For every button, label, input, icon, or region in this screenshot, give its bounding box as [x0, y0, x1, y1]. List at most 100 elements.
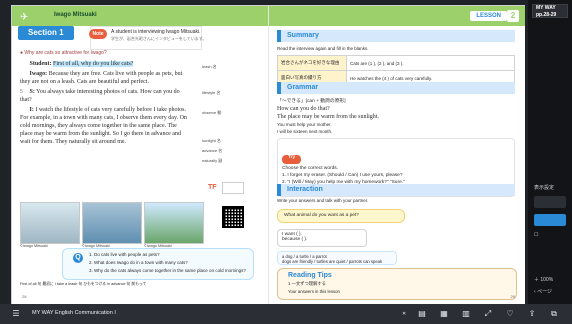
answer-box[interactable]: I want ( ). because ( ).	[277, 229, 367, 247]
speech-bubble: What animal do you want as a pet?	[277, 209, 405, 223]
photo-image	[20, 202, 80, 244]
question-box: Q 1. Do cats live with people as pets? 2…	[62, 248, 254, 280]
right-page: LESSON 2 Summary Read the interview agai…	[268, 6, 525, 304]
left-footer: First of all 句 最初に I take a leash 句 ひもをつ…	[20, 282, 147, 286]
textbook-spread: ✈ Iwago Mitsuaki Section 1 Note A studen…	[12, 6, 525, 304]
back-logo-icon[interactable]: ✈	[20, 12, 38, 23]
note-line-2: 学生が、岩合光昭さんにインタビューをしています。	[111, 36, 207, 41]
grid-icon[interactable]: ▦	[438, 308, 450, 320]
dialog: Student: First of all, why do you like c…	[20, 60, 190, 148]
book-page-label-text: MY WAY pp.28-29	[536, 5, 557, 18]
bottom-bar: ☰ MY WAY English Communication I ✕ ▤ ▦ ▥…	[0, 304, 572, 324]
question-icon: Q	[73, 253, 83, 263]
tf-box	[222, 182, 244, 194]
answer-line: because ( ).	[282, 237, 308, 242]
photo-caption: ©Iwago Mitsuaki	[20, 244, 48, 248]
interaction-section: Interaction Write your answers and talk …	[277, 184, 515, 265]
summary-section: Summary Read the interview again and fil…	[277, 30, 515, 86]
bullet-icon: ●	[20, 50, 24, 56]
grammar-example-1: How can you do that?	[277, 106, 330, 112]
app-screen: ✈ Iwago Mitsuaki Section 1 Note A studen…	[0, 0, 572, 324]
pen-tool-button[interactable]	[534, 196, 566, 208]
toggle-row[interactable]: ☐	[534, 232, 566, 240]
speaker-label: S:	[29, 89, 35, 95]
close-icon[interactable]: ✕	[402, 311, 406, 317]
side-note: naturally 副	[202, 158, 223, 163]
reading-tips-title: Reading Tips	[288, 272, 332, 279]
grammar-heading: 「～できる」[can + 動詞の原形]	[277, 99, 346, 104]
grammar-bullet-2: I will be sixteen next month.	[277, 129, 333, 134]
interaction-title: Interaction	[277, 184, 515, 196]
grammar-example-2: The place may be warm from the sunlight.	[277, 114, 379, 120]
summary-value[interactable]: Cats are (1 ), (2 ), and (3 ).	[346, 55, 515, 71]
dialog-text: First of all, why do you like cats?	[53, 61, 134, 67]
speaker-label: I:	[29, 107, 34, 113]
note-badge: Note	[89, 29, 107, 39]
zoom-level[interactable]: ＋ 100%	[534, 276, 566, 286]
speaker-label: Iwago:	[29, 71, 48, 77]
grammar-section: Grammar 「～できる」[can + 動詞の原形] How can you …	[277, 82, 515, 197]
dialog-row: Student: First of all, why do you like c…	[20, 60, 190, 68]
hint-line: dogs are friendly / turtles are quiet / …	[282, 259, 383, 264]
section-pill: Section 1	[18, 26, 74, 40]
reading-tips-box: Reading Tips 1 一文ずつ理解する Your answers in …	[277, 268, 517, 300]
question-item: 1. Do cats live with people as pets?	[89, 252, 160, 257]
side-note: sunlight 名	[202, 138, 221, 143]
page-number-right: 29	[510, 294, 515, 299]
zoom-in-icon[interactable]: ＋	[534, 277, 539, 283]
book-title: MY WAY English Communication I	[32, 310, 116, 316]
lesson-tag: LESSON	[470, 11, 507, 21]
share-icon[interactable]: ⇪	[526, 308, 538, 320]
page-nav[interactable]: ‹ ページ	[534, 288, 566, 298]
display-settings-label: 表示設定	[534, 185, 555, 191]
reading-tips-line: 1 一文ずつ理解する	[288, 281, 326, 286]
side-note: lifestyle 名	[202, 90, 221, 95]
speaker-label: Student:	[29, 61, 52, 67]
dialog-text: I watch the lifestyle of cats very caref…	[20, 107, 187, 145]
line-marker: 5	[20, 89, 23, 95]
photo-image	[82, 202, 142, 244]
qr-code[interactable]	[222, 206, 244, 228]
pause-button[interactable]	[534, 214, 566, 226]
book-icon[interactable]: ▥	[460, 308, 472, 320]
question-item: 3. Why do the cats always come together …	[89, 268, 246, 273]
expand-icon[interactable]: ⤢	[482, 308, 494, 320]
menu-icon[interactable]: ☰	[10, 308, 22, 320]
summary-title: Summary	[277, 30, 515, 42]
prev-icon[interactable]: ‹	[534, 289, 536, 295]
open-icon[interactable]: ⧉	[548, 308, 560, 320]
left-top-band	[12, 6, 268, 26]
zoom-text: 100%	[540, 277, 554, 283]
summary-subtitle: Read the interview again and fill in the…	[277, 46, 369, 51]
section-label: Section 1	[28, 28, 64, 37]
dialog-text: You always take interesting photos of ca…	[20, 89, 180, 103]
photo-image	[144, 202, 204, 244]
try-line: Choose the correct words.	[282, 166, 338, 171]
side-note: advance 名	[202, 148, 223, 153]
list-icon[interactable]: ▤	[416, 308, 428, 320]
reading-tips-line: Your answers in this lesson	[288, 289, 340, 294]
side-note: observe 動	[202, 110, 222, 115]
heart-icon[interactable]: ♡	[504, 308, 516, 320]
side-note: leash 名	[202, 64, 217, 69]
tf-label: TF	[208, 184, 217, 191]
grammar-title: Grammar	[277, 82, 515, 94]
summary-key: 岩合さんがネコを好きな理由	[277, 55, 347, 71]
summary-row: 岩合さんがネコを好きな理由 Cats are (1 ), (2 ), and (…	[277, 55, 515, 71]
page-number-left: 28	[22, 294, 27, 299]
focus-question-text: Why are cats so attractive for Iwago?	[24, 50, 107, 56]
dialog-row: 5 S: You always take interesting photos …	[20, 88, 190, 104]
hint-box: a dog / a turtle / a parrot dogs are fri…	[277, 251, 397, 265]
try-line: 1. I forget my eraser. (Should / Can) I …	[282, 173, 403, 178]
right-tool-panel: MY WAY pp.28-29 表示設定 ☐ ＋ 100% ‹ ページ	[528, 0, 572, 304]
dialog-row: Iwago: Because they are free. Cats live …	[20, 70, 190, 86]
note-line-1: A student is interviewing Iwago Mitsuaki…	[111, 29, 201, 35]
interaction-subtitle: Write your answers and talk with your pa…	[277, 198, 369, 203]
photo-strip: ©Iwago Mitsuaki ©Iwago Mitsuaki ©Iwago M…	[20, 202, 208, 248]
focus-question: ● Why are cats so attractive for Iwago?	[20, 50, 107, 56]
grammar-bullet-1: You must help your mother.	[277, 122, 332, 127]
try-pill: Try	[282, 155, 302, 164]
book-page-label: MY WAY pp.28-29	[532, 4, 568, 18]
question-item: 2. What does Iwago do in a town with man…	[89, 260, 188, 265]
dialog-row: I: I watch the lifestyle of cats very ca…	[20, 106, 190, 146]
